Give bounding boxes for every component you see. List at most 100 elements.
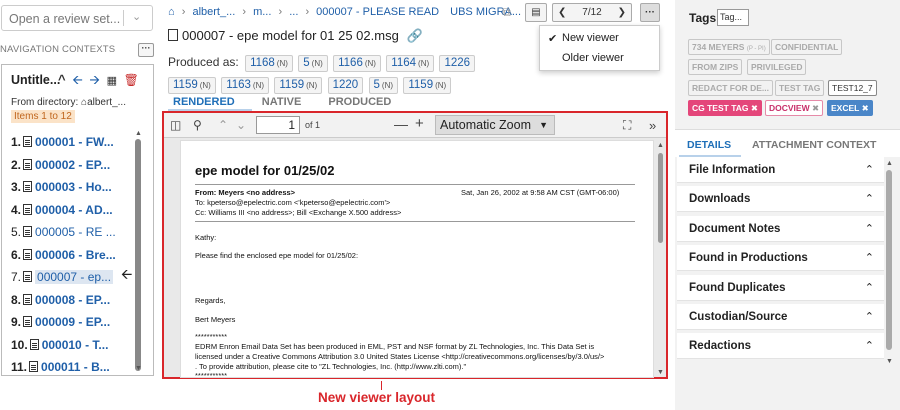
- pdf-scrollbar[interactable]: [658, 153, 663, 243]
- context-scrollbar[interactable]: [135, 139, 141, 371]
- item-label[interactable]: 000007 - ep...: [35, 270, 114, 284]
- next-icon[interactable]: ❯: [618, 4, 626, 21]
- home-icon[interactable]: ⌂: [168, 6, 175, 18]
- list-item[interactable]: 6. 000006 - Bre...: [11, 244, 136, 267]
- tag-chip[interactable]: REDACT FOR DE...: [688, 80, 773, 96]
- tab-details[interactable]: DETAILS: [687, 139, 731, 151]
- tag-chip[interactable]: TEST TAG: [775, 80, 825, 96]
- breadcrumb-item[interactable]: albert_...: [192, 6, 235, 18]
- tab-produced[interactable]: PRODUCED: [328, 96, 391, 108]
- more-tools-icon[interactable]: »: [649, 118, 656, 133]
- tag-chip[interactable]: CONFIDENTIAL: [771, 39, 843, 55]
- accordion-downloads[interactable]: Downloads ⌃: [677, 186, 884, 212]
- list-item[interactable]: 10. 000010 - T...: [11, 334, 136, 357]
- trash-icon[interactable]: 🗑: [124, 73, 139, 87]
- list-item[interactable]: 8. 000008 - EP...: [11, 289, 136, 312]
- remove-tag-icon[interactable]: ✖: [751, 103, 758, 113]
- production-chip[interactable]: 1166 (N): [333, 55, 381, 72]
- tag-chip[interactable]: DOCVIEW ✖: [765, 100, 824, 116]
- tag-input[interactable]: Tag...: [717, 9, 749, 26]
- fullscreen-icon[interactable]: ⛶: [623, 118, 631, 133]
- item-label[interactable]: 000005 - RE ...: [35, 225, 116, 239]
- scroll-up-icon[interactable]: ▲: [657, 142, 664, 149]
- tag-chip[interactable]: FROM ZIPS: [688, 59, 743, 75]
- next-page-icon[interactable]: ⌄: [236, 118, 246, 132]
- accordion-custodian-source[interactable]: Custodian/Source ⌃: [677, 304, 884, 330]
- accordion-redactions[interactable]: Redactions ⌃: [677, 333, 884, 359]
- arrow-left-icon[interactable]: 🡨: [72, 71, 83, 93]
- chevron-up-icon[interactable]: ⌃: [865, 222, 874, 235]
- chevron-up-icon[interactable]: ⌃: [865, 339, 874, 352]
- item-label[interactable]: 000002 - EP...: [35, 158, 110, 172]
- item-label[interactable]: 000004 - AD...: [35, 203, 113, 217]
- details-scrollbar[interactable]: [886, 170, 892, 350]
- chevron-up-icon[interactable]: ⌃: [865, 163, 874, 176]
- item-label[interactable]: 000010 - T...: [42, 338, 109, 352]
- link-icon[interactable]: 🔗: [406, 28, 422, 43]
- remove-tag-icon[interactable]: ✖: [862, 103, 869, 113]
- item-label[interactable]: 000008 - EP...: [35, 293, 110, 307]
- remove-tag-icon[interactable]: ✖: [812, 103, 819, 113]
- tag-chip[interactable]: CG TEST TAG ✖: [688, 100, 763, 116]
- list-item[interactable]: 9. 000009 - EP...: [11, 311, 136, 334]
- tag-chip[interactable]: 734 MEYERS (P - PI): [688, 39, 770, 55]
- accordion-document-notes[interactable]: Document Notes ⌃: [677, 216, 884, 242]
- menu-item-new-viewer[interactable]: New viewer: [562, 32, 619, 44]
- tag-chip[interactable]: EXCEL ✖: [827, 100, 873, 116]
- production-chip[interactable]: 1159 (N): [403, 77, 452, 94]
- copy-icon[interactable]: ⧉: [499, 4, 514, 23]
- production-chip[interactable]: 1163 (N): [221, 77, 270, 94]
- production-chip[interactable]: 1159 (N): [168, 77, 216, 94]
- list-item[interactable]: 1. 000001 - FW...: [11, 131, 136, 154]
- sidebar-toggle-icon[interactable]: ◫: [170, 118, 181, 132]
- item-label[interactable]: 000003 - Ho...: [35, 180, 112, 194]
- accordion-found-in-productions[interactable]: Found in Productions ⌃: [677, 245, 884, 271]
- scroll-down-icon[interactable]: ▼: [657, 369, 664, 376]
- table-icon[interactable]: ▦: [107, 74, 117, 87]
- collapse-up-icon[interactable]: ^: [58, 72, 66, 87]
- item-label[interactable]: 000011 - B...: [41, 360, 110, 374]
- tab-attachment-context[interactable]: ATTACHMENT CONTEXT: [752, 139, 876, 151]
- production-chip[interactable]: 5 (N): [298, 55, 328, 72]
- list-item[interactable]: 11. 000011 - B...: [11, 356, 136, 375]
- viewer-menu-button[interactable]: ···: [640, 3, 660, 22]
- breadcrumb-item[interactable]: m...: [253, 6, 271, 18]
- chevron-up-icon[interactable]: ⌃: [865, 310, 874, 323]
- menu-item-older-viewer[interactable]: Older viewer: [562, 52, 624, 64]
- zoom-in-icon[interactable]: +: [415, 115, 424, 132]
- accordion-found-duplicates[interactable]: Found Duplicates ⌃: [677, 275, 884, 301]
- chevron-up-icon[interactable]: ⌃: [865, 251, 874, 264]
- page-number-input[interactable]: 1: [256, 116, 300, 134]
- scroll-up-icon[interactable]: ▲: [135, 130, 142, 137]
- accordion-file-information[interactable]: File Information ⌃: [677, 157, 884, 183]
- zoom-out-icon[interactable]: —: [394, 116, 408, 132]
- scroll-down-icon[interactable]: ▼: [135, 365, 142, 372]
- tag-chip[interactable]: PRIVILEGED: [747, 59, 807, 75]
- chevron-up-icon[interactable]: ⌃: [865, 281, 874, 294]
- list-item[interactable]: 2. 000002 - EP...: [11, 154, 136, 177]
- scroll-down-icon[interactable]: ▼: [886, 358, 893, 365]
- prev-icon[interactable]: ❮: [558, 4, 566, 21]
- layout-icon[interactable]: ▤: [525, 3, 547, 22]
- review-set-select[interactable]: Open a review set... ⌄: [1, 5, 153, 31]
- tag-chip[interactable]: TEST12_7: [828, 80, 877, 96]
- production-chip[interactable]: 5 (N): [368, 77, 399, 94]
- chevron-up-icon[interactable]: ⌃: [865, 192, 874, 205]
- arrow-right-icon[interactable]: 🡪: [89, 71, 100, 93]
- item-label[interactable]: 000001 - FW...: [35, 135, 114, 149]
- item-label[interactable]: 000009 - EP...: [35, 315, 110, 329]
- chevron-down-icon[interactable]: ⌄: [132, 10, 141, 23]
- list-item[interactable]: 3. 000003 - Ho...: [11, 176, 136, 199]
- list-item-current[interactable]: 7. 000007 - ep...: [11, 266, 136, 289]
- breadcrumb-item[interactable]: 000007 - PLEASE READ: [316, 6, 439, 18]
- breadcrumb-item[interactable]: ...: [289, 6, 298, 18]
- production-chip[interactable]: 1220: [327, 77, 364, 94]
- production-chip[interactable]: 1164 (N): [386, 55, 435, 72]
- tab-native[interactable]: NATIVE: [262, 96, 302, 108]
- nav-more-button[interactable]: ···: [138, 43, 154, 57]
- production-chip[interactable]: 1226: [439, 55, 476, 72]
- scroll-up-icon[interactable]: ▲: [886, 160, 893, 167]
- zoom-select[interactable]: Automatic Zoom ▼: [435, 115, 555, 135]
- list-item[interactable]: 5. 000005 - RE ...: [11, 221, 136, 244]
- tab-rendered[interactable]: RENDERED: [173, 96, 235, 108]
